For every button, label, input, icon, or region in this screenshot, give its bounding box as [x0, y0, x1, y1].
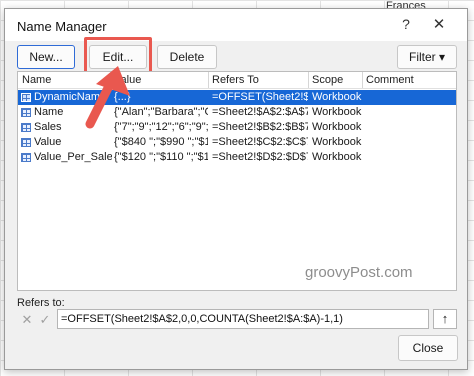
column-divider[interactable] — [110, 72, 111, 88]
name-manager-dialog: Name Manager ? ✕ New... Edit... Delete F… — [4, 8, 468, 370]
list-row-value-per-sale[interactable]: Value_Per_Sale {"$120 ";"$110 ";"$112 ..… — [18, 150, 456, 165]
row-scope: Workbook — [312, 136, 362, 148]
new-button[interactable]: New... — [17, 45, 75, 69]
column-header-value[interactable]: Value — [114, 74, 141, 86]
row-name: DynamicName — [34, 91, 107, 103]
list-row-value[interactable]: Value {"$840 ";"$990 ";"$1,34... =Sheet2… — [18, 135, 456, 150]
row-scope: Workbook — [312, 106, 362, 118]
row-value: {"7";"9";"12";"6";"9";"13"} — [114, 121, 208, 133]
named-range-icon — [21, 93, 31, 102]
list-row-name[interactable]: Name {"Alan";"Barbara";"Coli... =Sheet2!… — [18, 105, 456, 120]
list-row-sales[interactable]: Sales {"7";"9";"12";"6";"9";"13"} =Sheet… — [18, 120, 456, 135]
row-name: Name — [34, 106, 64, 118]
list-header: Name Value Refers To Scope Comment — [18, 72, 456, 89]
row-value: {"Alan";"Barbara";"Coli... — [114, 106, 208, 118]
names-list[interactable]: Name Value Refers To Scope Comment Dynam… — [17, 71, 457, 291]
row-name: Value — [34, 136, 62, 148]
row-refers-to: =Sheet2!$C$2:$C$7 — [212, 136, 308, 148]
list-row-dynamicname[interactable]: DynamicName {...} =OFFSET(Sheet2!$A$2,..… — [18, 90, 456, 105]
row-value: {...} — [114, 91, 131, 103]
cancel-icon[interactable]: ✕ — [19, 312, 35, 328]
row-scope: Workbook — [312, 121, 362, 133]
row-refers-to: =OFFSET(Sheet2!$A$2,... — [212, 91, 308, 103]
column-header-refers-to[interactable]: Refers To — [212, 74, 259, 86]
named-range-icon — [21, 123, 31, 132]
edit-button[interactable]: Edit... — [89, 45, 147, 69]
named-range-icon — [21, 153, 31, 162]
filter-button[interactable]: Filter ▾ — [397, 45, 457, 69]
title-bar: Name Manager ? ✕ — [5, 9, 467, 41]
column-divider[interactable] — [308, 72, 309, 88]
row-scope: Workbook — [312, 151, 362, 163]
refers-to-input[interactable]: =OFFSET(Sheet2!$A$2,0,0,COUNTA(Sheet2!$A… — [57, 309, 429, 329]
row-refers-to: =Sheet2!$A$2:$A$7 — [212, 106, 308, 118]
row-scope: Workbook — [312, 91, 362, 103]
close-button[interactable]: Close — [398, 335, 458, 361]
row-refers-to: =Sheet2!$B$2:$B$7 — [212, 121, 308, 133]
column-divider[interactable] — [362, 72, 363, 88]
column-header-comment[interactable]: Comment — [366, 74, 414, 86]
named-range-icon — [21, 108, 31, 117]
row-refers-to: =Sheet2!$D$2:$D$7 — [212, 151, 308, 163]
help-button[interactable]: ? — [395, 16, 417, 36]
collapse-dialog-button[interactable]: ↑ — [433, 309, 457, 329]
row-value: {"$840 ";"$990 ";"$1,34... — [114, 136, 208, 148]
column-header-name[interactable]: Name — [22, 74, 51, 86]
column-divider[interactable] — [208, 72, 209, 88]
delete-button[interactable]: Delete — [157, 45, 217, 69]
row-value: {"$120 ";"$110 ";"$112 ... — [114, 151, 208, 163]
row-name: Sales — [34, 121, 62, 133]
column-header-scope[interactable]: Scope — [312, 74, 343, 86]
named-range-icon — [21, 138, 31, 147]
dialog-title: Name Manager — [17, 19, 107, 34]
close-icon[interactable]: ✕ — [427, 15, 451, 35]
row-name: Value_Per_Sale — [34, 151, 112, 163]
check-icon[interactable]: ✓ — [37, 312, 53, 328]
refers-to-label: Refers to: — [17, 297, 65, 309]
